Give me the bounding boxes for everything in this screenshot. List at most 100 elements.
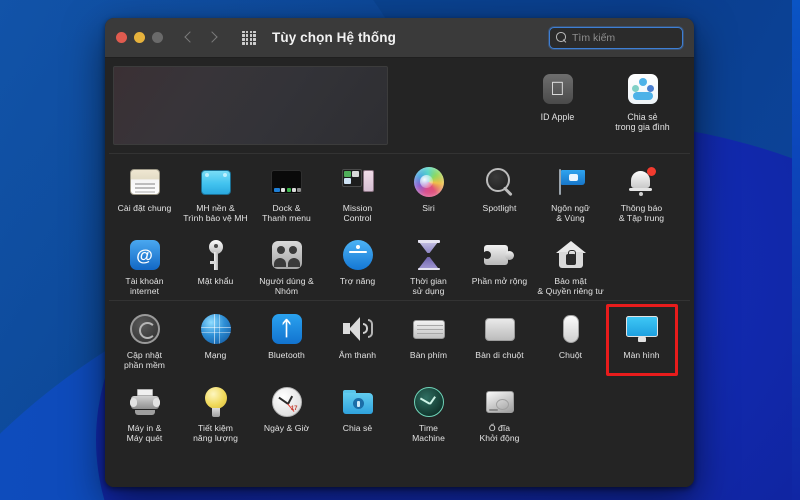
pref-tile-label: Thông báo & Tập trung: [618, 203, 665, 223]
search-placeholder: Tìm kiếm: [572, 31, 616, 44]
page-title: Tùy chọn Hệ thống: [272, 30, 396, 45]
dock-menubar-icon: [270, 165, 304, 199]
pref-tile-passwords[interactable]: Mật khẩu: [180, 236, 251, 296]
users-groups-icon: [270, 238, 304, 272]
pref-tile-label: ID Apple: [540, 112, 575, 122]
pref-tile-label: Bluetooth: [268, 350, 305, 360]
pref-row-accounts: @ Tài khoản internet Mật khẩu Người dùng…: [105, 227, 694, 300]
pref-tile-startup-disk[interactable]: Ổ đĩa Khởi động: [464, 383, 535, 443]
pref-tile-spotlight[interactable]: Spotlight: [464, 163, 535, 223]
trackpad-icon: [483, 312, 517, 346]
pref-tile-label: Mạng: [204, 350, 227, 360]
pref-tile-sound[interactable]: Âm thanh: [322, 310, 393, 370]
keyboard-icon: [412, 312, 446, 346]
time-machine-icon: [412, 385, 446, 419]
pref-tile-label: Chuột: [558, 350, 583, 360]
pref-tile-label: Chia sẻ trong gia đình: [615, 112, 670, 132]
search-icon: [556, 32, 567, 43]
mission-control-icon: [341, 165, 375, 199]
pref-row-system: Máy in & Máy quét Tiết kiệm năng lượng 1…: [105, 374, 694, 447]
pref-tile-software-update[interactable]: Cập nhật phần mềm: [109, 310, 180, 370]
traffic-lights: [116, 32, 163, 43]
desktop-screensaver-icon: [199, 165, 233, 199]
apple-logo-icon: : [539, 70, 577, 108]
pref-tile-label: MH nền & Trình bảo vệ MH: [183, 203, 248, 223]
pref-tile-displays[interactable]: Màn hình: [606, 310, 677, 370]
language-region-icon: [554, 165, 588, 199]
pref-tile-label: Bàn di chuột: [475, 350, 524, 360]
sound-speaker-icon: [341, 312, 375, 346]
pref-tile-general[interactable]: Cài đặt chung: [109, 163, 180, 223]
siri-icon: [412, 165, 446, 199]
pref-tile-accessibility[interactable]: Trợ năng: [322, 236, 393, 296]
pref-tile-keyboard[interactable]: Bàn phím: [393, 310, 464, 370]
show-all-grid-icon[interactable]: [242, 30, 256, 45]
family-sharing-icon: [624, 70, 662, 108]
obscured-account-region: [113, 66, 388, 145]
account-banner-section:  ID Apple Chia sẻ trong gia đình: [105, 58, 694, 153]
pref-tile-label: Bàn phím: [409, 350, 448, 360]
wallpaper-right-edge: [792, 0, 800, 500]
back-chevron-icon[interactable]: [182, 31, 195, 44]
pref-tile-label: Âm thanh: [338, 350, 377, 360]
pref-tile-label: Chia sẻ: [342, 423, 373, 433]
displays-monitor-icon: [625, 312, 659, 346]
mouse-icon: [554, 312, 588, 346]
minimize-window-button[interactable]: [134, 32, 145, 43]
pref-tile-label: Time Machine: [412, 423, 445, 443]
pref-tile-label: Mission Control: [342, 203, 373, 223]
close-window-button[interactable]: [116, 32, 127, 43]
pref-tile-time-machine[interactable]: Time Machine: [393, 383, 464, 443]
pref-tile-label: Người dùng & Nhóm: [259, 276, 314, 296]
pref-tile-label: Cài đặt chung: [117, 203, 172, 213]
pref-tile-internet-accounts[interactable]: @ Tài khoản internet: [109, 236, 180, 296]
accessibility-icon: [341, 238, 375, 272]
pref-tile-extensions[interactable]: Phần mở rộng: [464, 236, 535, 296]
pref-tile-date-time[interactable]: 17 Ngày & Giờ: [251, 383, 322, 443]
pref-tile-screen-time[interactable]: Thời gian sử dụng: [393, 236, 464, 296]
search-field[interactable]: Tìm kiếm: [549, 26, 683, 49]
general-settings-icon: [128, 165, 162, 199]
software-update-icon: [128, 312, 162, 346]
pref-tile-label: Màn hình: [623, 350, 660, 360]
window-titlebar: Tùy chọn Hệ thống Tìm kiếm: [105, 18, 694, 58]
sharing-folder-icon: [341, 385, 375, 419]
maximize-window-button[interactable]: [152, 32, 163, 43]
date-time-clock-icon: 17: [270, 385, 304, 419]
bluetooth-icon: ᛏ: [270, 312, 304, 346]
forward-chevron-icon[interactable]: [206, 31, 219, 44]
pref-tile-label: Phần mở rộng: [471, 276, 528, 286]
pref-tile-label: Thời gian sử dụng: [410, 276, 447, 296]
pref-tile-dock-menubar[interactable]: Dock & Thanh menu: [251, 163, 322, 223]
pref-tile-siri[interactable]: Siri: [393, 163, 464, 223]
pref-tile-label: Cập nhật phần mềm: [123, 350, 165, 370]
pref-tile-label: Tài khoản internet: [125, 276, 164, 296]
pref-tile-mission-control[interactable]: Mission Control: [322, 163, 393, 223]
network-globe-icon: [199, 312, 233, 346]
notifications-focus-icon: [625, 165, 659, 199]
pref-tile-notifications-focus[interactable]: Thông báo & Tập trung: [606, 163, 677, 223]
pref-tile-security-privacy[interactable]: Bảo mật & Quyền riêng tư: [535, 236, 606, 296]
pref-tile-label: Spotlight: [482, 203, 517, 213]
pref-tile-apple-id[interactable]:  ID Apple: [522, 68, 593, 132]
pref-tile-bluetooth[interactable]: ᛏ Bluetooth: [251, 310, 322, 370]
pref-tile-mouse[interactable]: Chuột: [535, 310, 606, 370]
navigation-buttons: [182, 31, 219, 44]
pref-row-personal: Cài đặt chung MH nền & Trình bảo vệ MH D…: [105, 154, 694, 227]
pref-tile-language-region[interactable]: Ngôn ngữ & Vùng: [535, 163, 606, 223]
pref-tile-family-sharing[interactable]: Chia sẻ trong gia đình: [607, 68, 678, 132]
printers-scanners-icon: [128, 385, 162, 419]
passwords-key-icon: [199, 238, 233, 272]
pref-tile-network[interactable]: Mạng: [180, 310, 251, 370]
pref-tile-printers-scanners[interactable]: Máy in & Máy quét: [109, 383, 180, 443]
pref-tile-label: Ngày & Giờ: [263, 423, 310, 433]
system-preferences-window: Tùy chọn Hệ thống Tìm kiếm  ID Apple: [105, 18, 694, 487]
pref-tile-label: Ngôn ngữ & Vùng: [551, 203, 590, 223]
pref-tile-energy-saver[interactable]: Tiết kiệm năng lượng: [180, 383, 251, 443]
startup-disk-icon: [483, 385, 517, 419]
energy-saver-bulb-icon: [199, 385, 233, 419]
pref-tile-users-groups[interactable]: Người dùng & Nhóm: [251, 236, 322, 296]
pref-tile-sharing[interactable]: Chia sẻ: [322, 383, 393, 443]
pref-tile-trackpad[interactable]: Bàn di chuột: [464, 310, 535, 370]
pref-tile-desktop-screensaver[interactable]: MH nền & Trình bảo vệ MH: [180, 163, 251, 223]
